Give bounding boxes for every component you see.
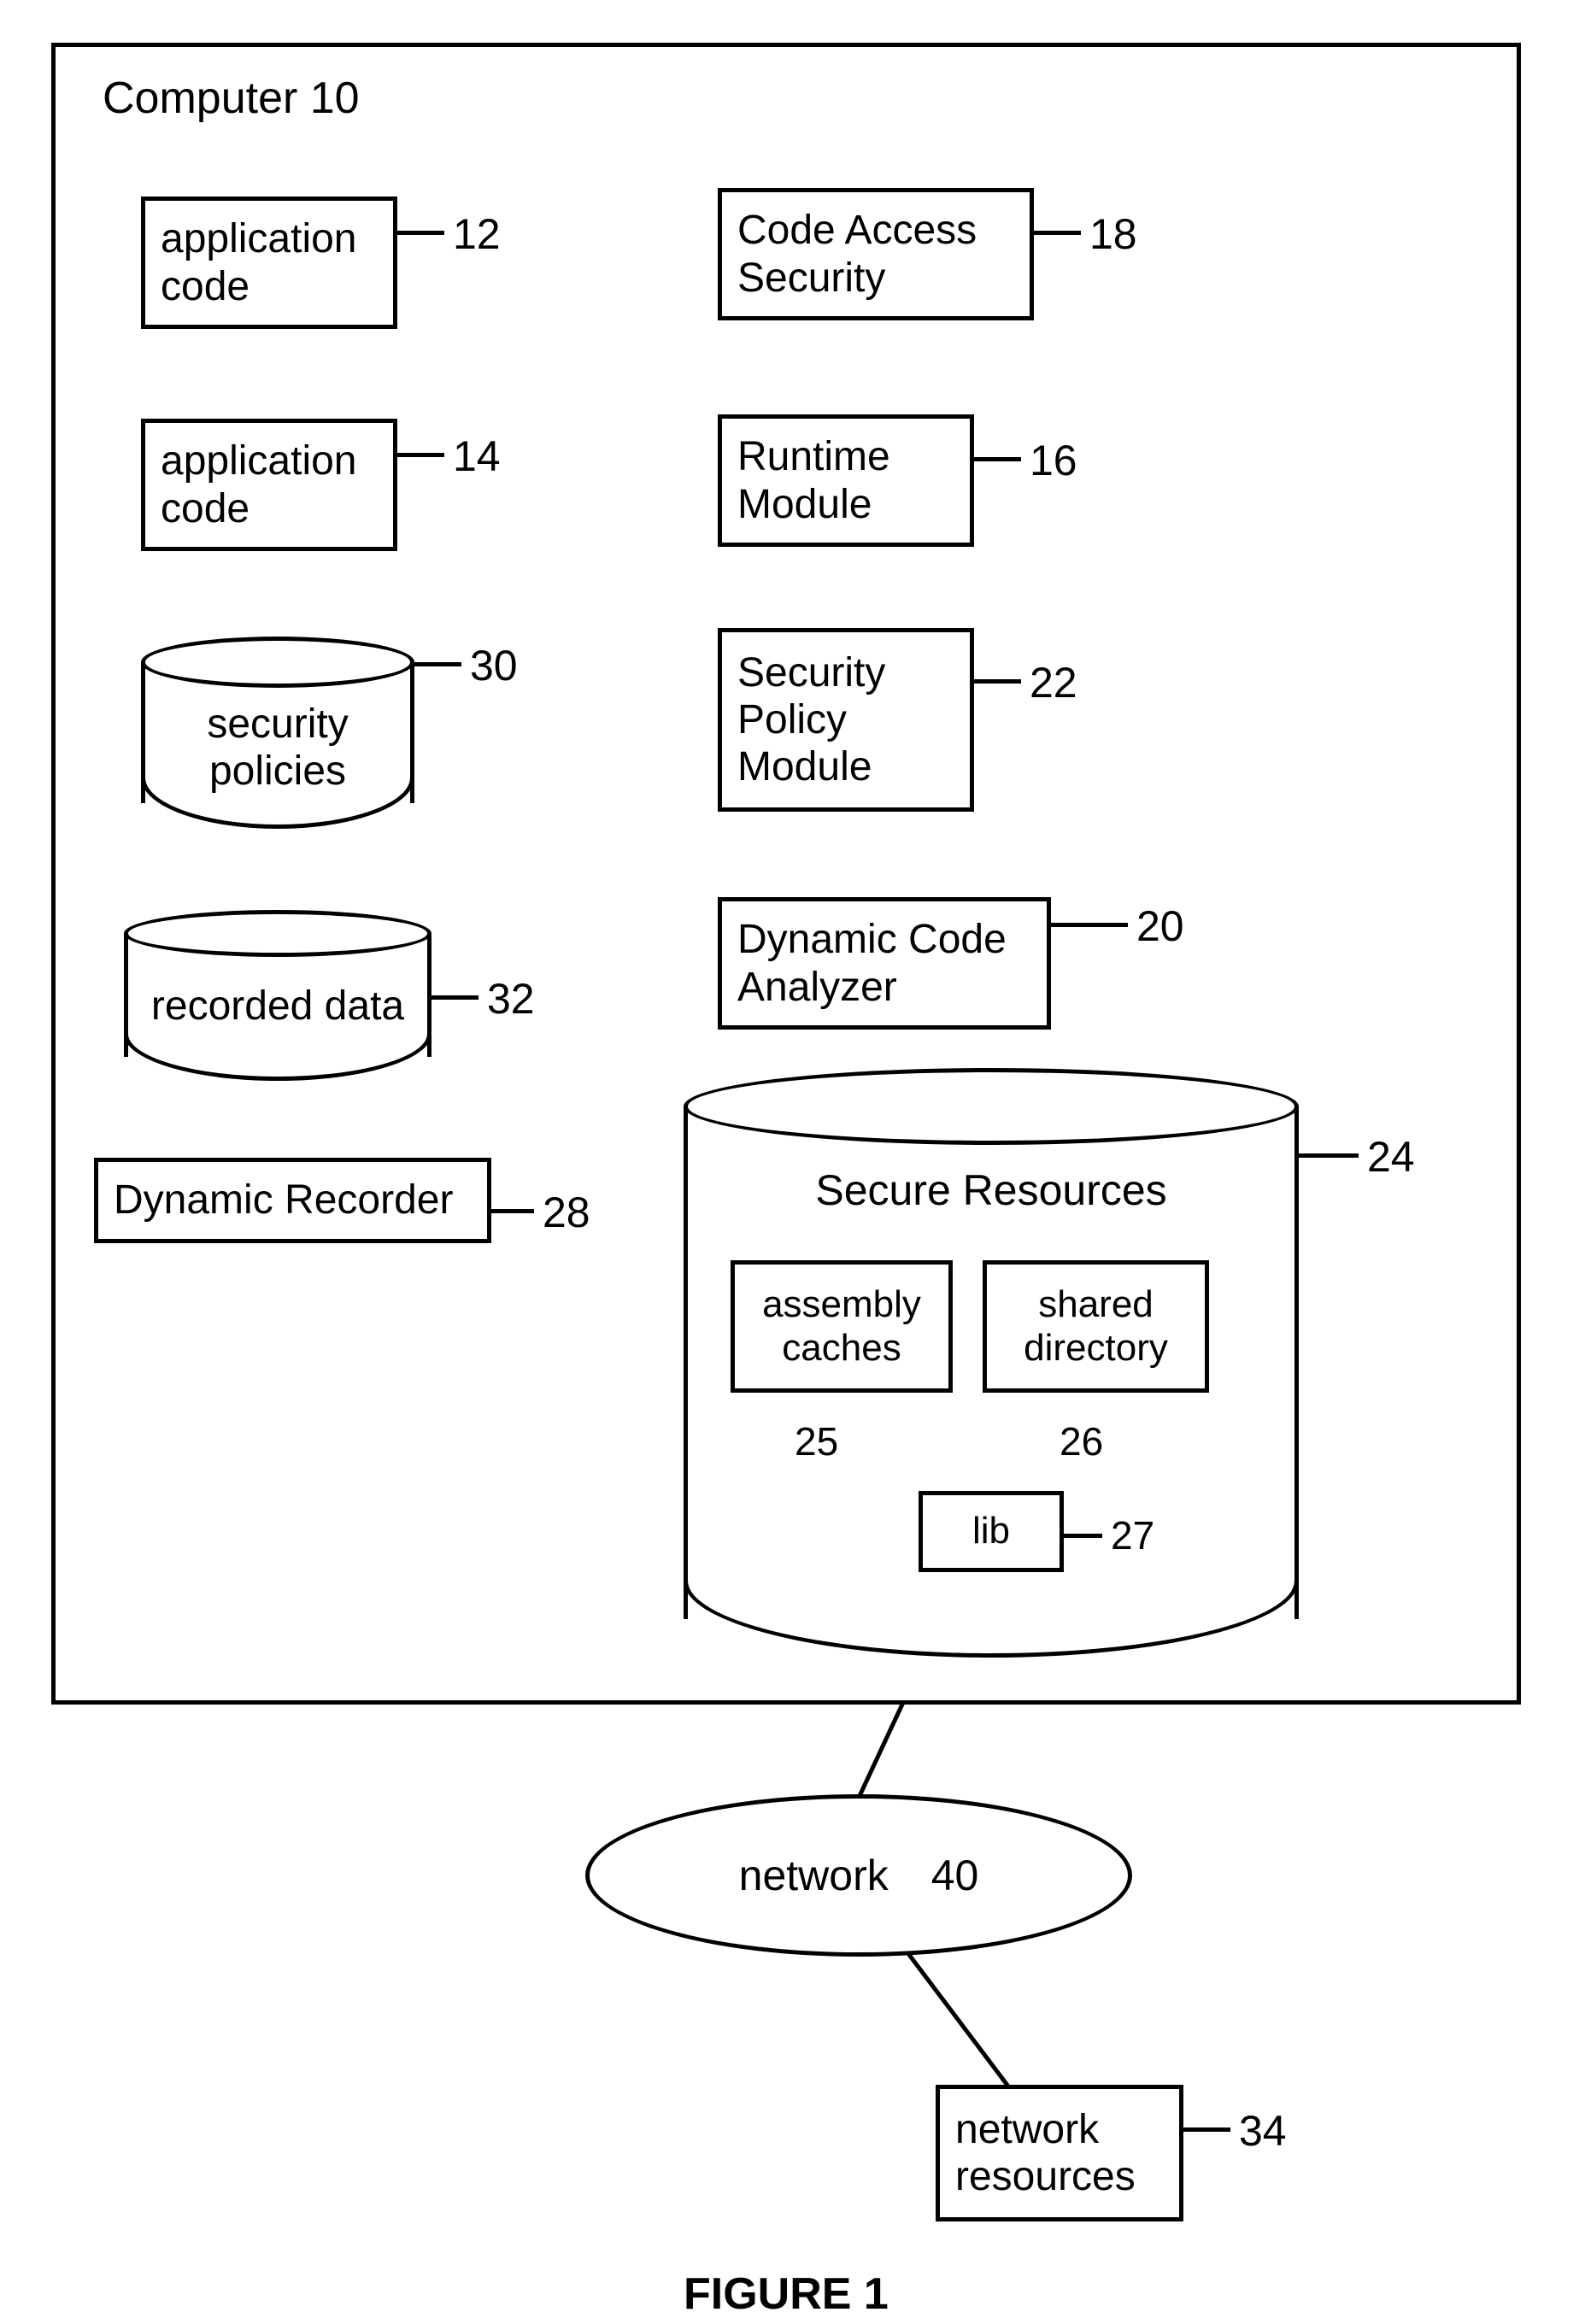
network-label: network — [739, 1851, 889, 1900]
ref-27: 27 — [1111, 1512, 1154, 1558]
ref-26: 26 — [1060, 1418, 1103, 1464]
dynamic-code-analyzer-box: Dynamic Code Analyzer — [718, 897, 1051, 1030]
ref-22: 22 — [1030, 658, 1077, 707]
application-code-14-box: application code — [141, 419, 397, 551]
lead-28 — [491, 1209, 534, 1213]
ref-30: 30 — [470, 641, 518, 690]
lead-24 — [1299, 1153, 1359, 1158]
network-ellipse: network 40 — [585, 1794, 1132, 1957]
lead-20 — [1051, 923, 1128, 927]
connector-network-resources — [907, 1952, 1018, 2098]
dynamic-recorder-box: Dynamic Recorder — [94, 1158, 491, 1243]
network-resources-box: network resources — [936, 2085, 1183, 2221]
computer-title: Computer 10 — [103, 73, 360, 124]
lead-18 — [1034, 231, 1081, 235]
ref-28: 28 — [543, 1188, 590, 1237]
secure-resources-cylinder: Secure Resources assembly caches shared … — [684, 1068, 1299, 1658]
diagram-page: Computer 10 application code 12 applicat… — [0, 0, 1585, 2324]
lib-box: lib — [919, 1491, 1064, 1572]
lead-27 — [1064, 1534, 1102, 1538]
lead-14 — [397, 453, 444, 457]
runtime-module-box: Runtime Module — [718, 414, 974, 547]
lead-12 — [397, 231, 444, 235]
assembly-caches-box: assembly caches — [731, 1260, 953, 1393]
ref-16: 16 — [1030, 436, 1077, 485]
connector-computer-network — [855, 1700, 906, 1803]
shared-directory-box: shared directory — [983, 1260, 1209, 1393]
security-policies-cylinder: security policies — [141, 637, 414, 829]
ref-18: 18 — [1089, 209, 1137, 259]
ref-24: 24 — [1367, 1132, 1415, 1182]
application-code-12-box: application code — [141, 197, 397, 329]
computer-frame: Computer 10 application code 12 applicat… — [51, 43, 1521, 1705]
lead-34 — [1183, 2127, 1230, 2132]
code-access-security-box: Code Access Security — [718, 188, 1034, 320]
ref-32: 32 — [487, 974, 535, 1024]
ref-34: 34 — [1239, 2106, 1287, 2156]
ref-12: 12 — [453, 209, 501, 259]
lead-22 — [974, 679, 1021, 684]
lead-16 — [974, 457, 1021, 461]
ref-25: 25 — [795, 1418, 838, 1464]
ref-40: 40 — [931, 1851, 979, 1900]
security-policies-label: security policies — [141, 701, 414, 795]
lead-30 — [414, 662, 461, 666]
recorded-data-cylinder: recorded data — [124, 910, 431, 1081]
secure-resources-title: Secure Resources — [684, 1166, 1299, 1216]
security-policy-module-box: Security Policy Module — [718, 628, 974, 812]
recorded-data-label: recorded data — [124, 983, 431, 1030]
lead-32 — [431, 995, 478, 1000]
ref-20: 20 — [1136, 901, 1184, 951]
figure-caption: FIGURE 1 — [684, 2268, 889, 2320]
ref-14: 14 — [453, 431, 501, 481]
